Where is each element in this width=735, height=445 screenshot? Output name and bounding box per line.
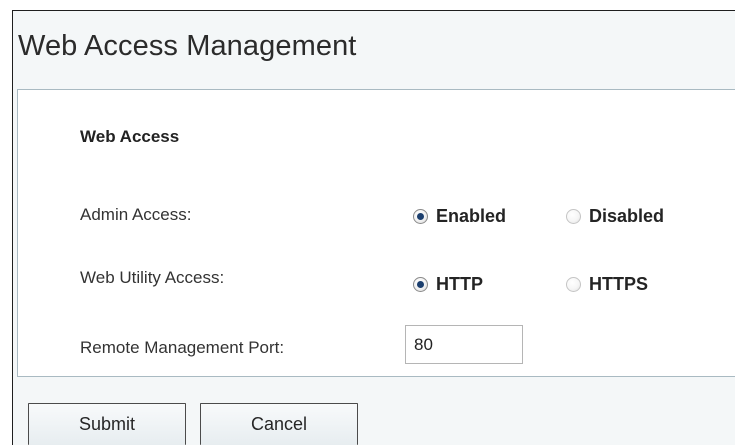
admin-access-disabled-radio[interactable] xyxy=(566,209,581,224)
web-utility-access-label: Web Utility Access: xyxy=(80,268,225,287)
web-utility-https-radio[interactable] xyxy=(566,277,581,292)
web-utility-http-label: HTTP xyxy=(436,274,483,294)
admin-access-disabled-label: Disabled xyxy=(589,206,665,226)
submit-button[interactable]: Submit xyxy=(28,403,186,445)
web-utility-http-radio[interactable] xyxy=(413,277,428,292)
remote-management-port-input[interactable] xyxy=(405,325,523,364)
web-utility-https-option[interactable]: HTTPS xyxy=(566,274,648,295)
page-title: Web Access Management xyxy=(18,30,357,62)
web-utility-https-label: HTTPS xyxy=(589,274,649,294)
admin-access-disabled-option[interactable]: Disabled xyxy=(566,206,664,227)
admin-access-label: Admin Access: xyxy=(80,205,192,224)
admin-access-enabled-label: Enabled xyxy=(436,206,507,226)
web-utility-http-option[interactable]: HTTP xyxy=(413,274,483,295)
admin-access-enabled-option[interactable]: Enabled xyxy=(413,206,506,227)
cancel-button[interactable]: Cancel xyxy=(200,403,358,445)
section-title: Web Access xyxy=(80,127,180,146)
remote-management-port-label: Remote Management Port: xyxy=(80,338,285,357)
admin-access-enabled-radio[interactable] xyxy=(413,209,428,224)
